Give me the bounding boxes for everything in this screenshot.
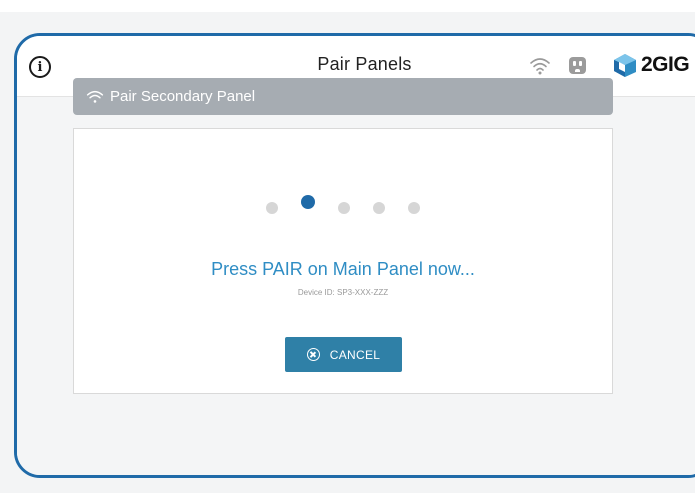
outlet-icon: [569, 57, 586, 74]
pair-prompt: Press PAIR on Main Panel now...: [211, 259, 475, 279]
progress-dots: [74, 195, 612, 214]
cancel-circle-icon: [306, 348, 320, 361]
section-title: Pair Secondary Panel: [110, 88, 256, 105]
logo-text: 2GIG: [641, 53, 690, 76]
progress-dot: [338, 202, 350, 214]
wifi-icon: [86, 90, 104, 103]
cancel-label: CANCEL: [329, 347, 381, 362]
top-margin: [0, 0, 695, 12]
progress-dot: [266, 202, 278, 214]
progress-dot: [408, 202, 420, 214]
device-id: Device ID: SP3-XXX-ZZZ: [297, 288, 389, 297]
section-header: Pair Secondary Panel: [73, 78, 613, 115]
page-title: Pair Panels: [317, 54, 412, 74]
brand-logo: 2GIG: [612, 50, 690, 80]
progress-dot: [373, 202, 385, 214]
progress-dot-active: [301, 195, 315, 209]
2gig-logo-icon: [614, 54, 636, 77]
cancel-button[interactable]: CANCEL: [285, 337, 402, 372]
pairing-card: Press PAIR on Main Panel now... Device I…: [73, 128, 613, 394]
wifi-icon: [530, 58, 550, 75]
